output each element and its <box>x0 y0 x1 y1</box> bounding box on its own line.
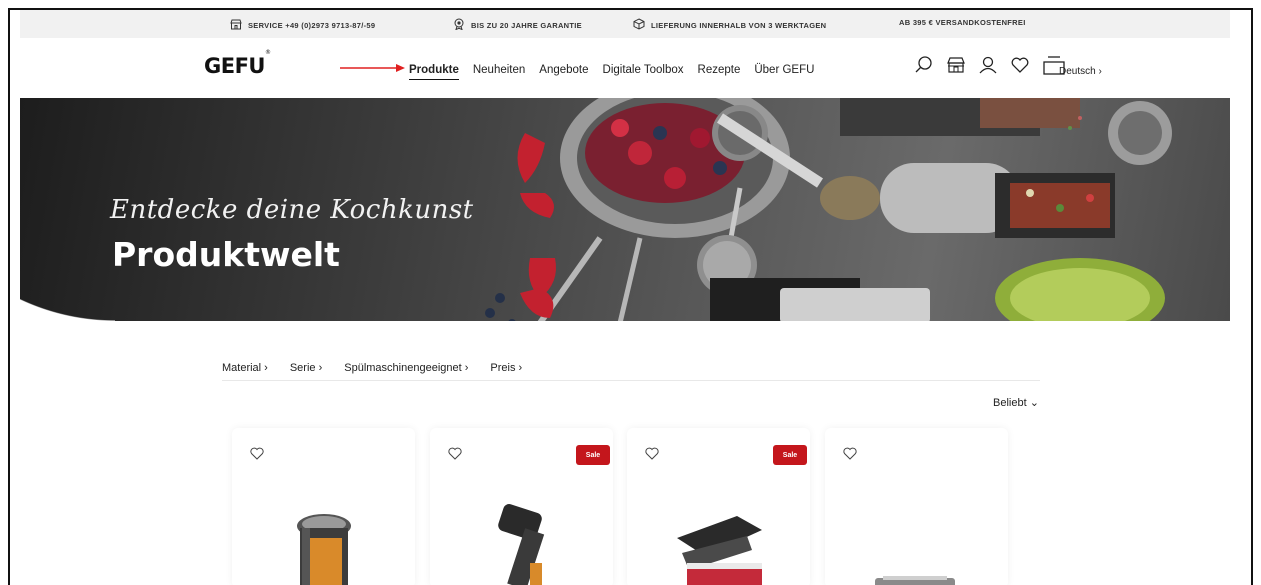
product-image <box>498 504 545 585</box>
sale-badge: Sale <box>576 445 610 465</box>
language-selector[interactable]: Deutsch › <box>1059 66 1102 77</box>
shipping-info: AB 395 € VERSANDKOSTENFREI <box>899 18 1026 27</box>
warranty-label: BIS ZU 20 JAHRE GARANTIE <box>471 20 582 30</box>
warranty-info: BIS ZU 20 JAHRE GARANTIE <box>453 18 582 32</box>
shop-icon <box>230 18 242 32</box>
delivery-label: LIEFERUNG INNERHALB VON 3 WERKTAGEN <box>651 20 827 30</box>
user-icon[interactable] <box>977 54 999 76</box>
filter-bar: Material › Serie › Spülmaschinengeeignet… <box>222 362 522 374</box>
menu-item-neuheiten[interactable]: Neuheiten <box>473 64 525 80</box>
sale-badge: Sale <box>773 445 807 465</box>
heart-icon[interactable] <box>448 447 462 465</box>
product-card[interactable]: Sale <box>430 428 613 585</box>
product-card[interactable] <box>232 428 415 585</box>
filter-serie[interactable]: Serie › <box>290 362 322 374</box>
product-image <box>875 576 955 585</box>
menu-item-ueber-gefu[interactable]: Über GEFU <box>754 64 814 80</box>
heart-icon[interactable] <box>843 447 857 465</box>
service-info[interactable]: SERVICE +49 (0)2973 9713-87/-59 <box>230 18 375 32</box>
logo-text: GEFU <box>204 54 265 78</box>
menu-item-digitale-toolbox[interactable]: Digitale Toolbox <box>603 64 684 80</box>
hero-curve-mask <box>20 98 115 321</box>
product-card[interactable]: Sale <box>627 428 810 585</box>
annotation-arrow-icon <box>340 64 405 72</box>
heart-icon[interactable] <box>645 447 659 465</box>
top-info-bar: SERVICE +49 (0)2973 9713-87/-59 BIS ZU 2… <box>20 10 1230 38</box>
menu-item-produkte[interactable]: Produkte <box>409 64 459 80</box>
package-icon <box>633 18 645 32</box>
service-label: SERVICE +49 (0)2973 9713-87/-59 <box>248 20 376 30</box>
shipping-label: AB 395 € VERSANDKOSTENFREI <box>899 18 1026 27</box>
product-image <box>677 516 762 585</box>
filter-material[interactable]: Material › <box>222 362 268 374</box>
primary-menu: Produkte Neuheiten Angebote Digitale Too… <box>409 64 814 80</box>
menu-item-rezepte[interactable]: Rezepte <box>698 64 741 80</box>
heart-icon[interactable] <box>250 447 264 465</box>
gefu-logo[interactable]: GEFU® <box>204 49 271 78</box>
store-icon[interactable] <box>945 54 967 76</box>
filter-divider <box>222 380 1040 381</box>
header-icons <box>913 54 1067 76</box>
hero-tagline: Entdecke deine Kochkunst <box>110 195 474 225</box>
sort-dropdown[interactable]: Beliebt ⌄ <box>993 396 1039 409</box>
wishlist-heart-icon[interactable] <box>1009 54 1031 76</box>
logo-trademark: ® <box>264 49 271 56</box>
badge-icon <box>453 18 465 32</box>
main-navigation: GEFU® Produkte Neuheiten Angebote Digita… <box>20 38 1230 98</box>
search-icon[interactable] <box>913 54 935 76</box>
menu-item-angebote[interactable]: Angebote <box>539 64 588 80</box>
product-card[interactable] <box>825 428 1008 585</box>
product-image <box>297 514 351 585</box>
filter-price[interactable]: Preis › <box>490 362 522 374</box>
hero-title: Produktwelt <box>112 235 340 274</box>
delivery-info: LIEFERUNG INNERHALB VON 3 WERKTAGEN <box>633 18 826 32</box>
filter-dishwasher-safe[interactable]: Spülmaschinengeeignet › <box>344 362 468 374</box>
hero-banner: Entdecke deine Kochkunst Produktwelt <box>20 98 1230 321</box>
